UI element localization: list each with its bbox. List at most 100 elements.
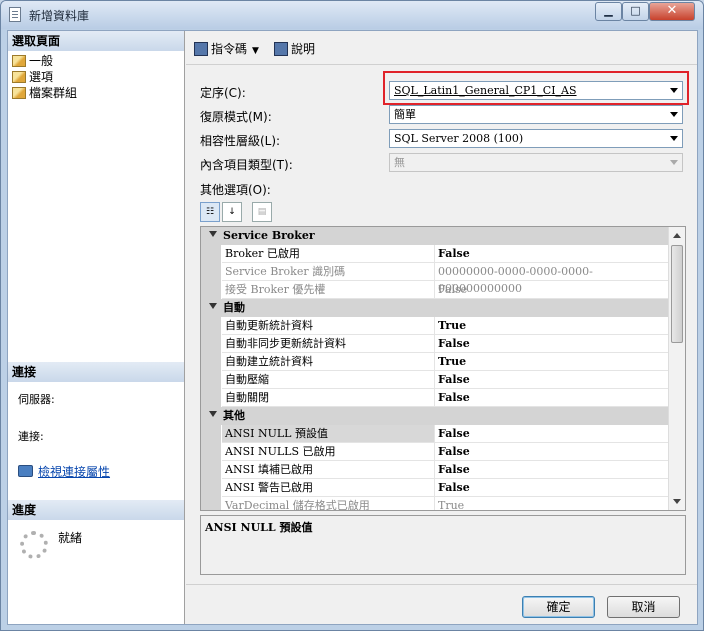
page-icon: [12, 71, 26, 83]
window-title: 新增資料庫: [29, 9, 90, 23]
grid-property-row[interactable]: Service Broker 識別碼 00000000-0000-0000-000…: [201, 263, 668, 295]
ok-button[interactable]: 確定: [522, 596, 595, 618]
grid-gutter: [201, 479, 221, 497]
property-value[interactable]: True: [435, 317, 668, 335]
help-icon: [274, 42, 288, 56]
close-icon: ✕: [666, 3, 678, 18]
scroll-up-icon[interactable]: [673, 233, 681, 238]
script-label: 指令碼: [211, 42, 248, 56]
minimize-icon: ▁: [604, 4, 613, 17]
grid-category-row[interactable]: 其他: [201, 407, 668, 425]
select-page-header: 選取頁面: [8, 31, 184, 51]
property-name: Service Broker 識別碼: [222, 263, 435, 281]
grid-category-name: 自動: [223, 301, 245, 314]
other-options-label: 其他選項(O):: [200, 183, 271, 197]
maximize-icon: □: [630, 4, 641, 17]
server-label: 伺服器:: [18, 393, 55, 406]
collapse-triangle-icon[interactable]: [209, 411, 217, 417]
property-value[interactable]: False: [435, 335, 668, 353]
grid-property-row[interactable]: 自動更新統計資料 True: [201, 317, 668, 335]
grid-property-row[interactable]: ANSI NULLS 已啟用 False: [201, 443, 668, 461]
script-icon: [194, 42, 208, 56]
property-name: 自動關閉: [222, 389, 435, 407]
page-item-filegroups[interactable]: 檔案群組: [12, 85, 77, 101]
toolbar: 指令碼 ▼ 說明: [186, 31, 697, 65]
chevron-down-icon: ▼: [252, 46, 259, 56]
grid-property-row[interactable]: ANSI 警告已啟用 False: [201, 479, 668, 497]
property-name: ANSI 警告已啟用: [222, 479, 435, 497]
grid-gutter: [201, 371, 221, 389]
document-icon: [9, 7, 21, 22]
property-name: VarDecimal 儲存格式已啟用: [222, 497, 435, 510]
script-button[interactable]: 指令碼 ▼: [194, 40, 259, 58]
property-name: 自動更新統計資料: [222, 317, 435, 335]
property-name: ANSI NULL 預設值: [222, 425, 435, 443]
page-item-label: 一般: [29, 54, 54, 68]
property-value[interactable]: False: [435, 281, 668, 299]
collation-label: 定序(C):: [200, 86, 246, 100]
categorized-button[interactable]: ☷: [200, 202, 220, 222]
chevron-down-icon: [670, 160, 678, 165]
maximize-button[interactable]: □: [622, 2, 649, 21]
title-bar: 新增資料庫 ▁ □ ✕: [1, 1, 703, 29]
grid-property-row[interactable]: 自動非同步更新統計資料 False: [201, 335, 668, 353]
grid-property-row[interactable]: Broker 已啟用 False: [201, 245, 668, 263]
highlight-annotation: [383, 71, 689, 105]
property-name: 自動非同步更新統計資料: [222, 335, 435, 353]
chevron-down-icon: [670, 112, 678, 117]
property-value[interactable]: False: [435, 479, 668, 497]
grid-property-row[interactable]: ANSI NULL 預設值 False: [201, 425, 668, 443]
property-value[interactable]: False: [435, 461, 668, 479]
property-value[interactable]: True: [435, 497, 668, 510]
property-value[interactable]: False: [435, 245, 668, 263]
progress-header: 進度: [8, 500, 184, 520]
collapse-triangle-icon[interactable]: [209, 303, 217, 309]
left-pane: 選取頁面 一般 選項 檔案群組 連接 伺服器: 連接: 檢視連接屬性 進度 就緒: [8, 31, 185, 624]
minimize-button[interactable]: ▁: [595, 2, 622, 21]
collapse-triangle-icon[interactable]: [209, 231, 217, 237]
property-value[interactable]: False: [435, 425, 668, 443]
page-item-general[interactable]: 一般: [12, 53, 53, 69]
scroll-thumb[interactable]: [671, 245, 683, 343]
link-label: 檢視連接屬性: [38, 465, 111, 479]
close-button[interactable]: ✕: [649, 2, 695, 21]
grid-gutter: [201, 335, 221, 353]
grid-category-row[interactable]: 自動: [201, 299, 668, 317]
property-pages-button: ▤: [252, 202, 272, 222]
grid-property-row[interactable]: 自動關閉 False: [201, 389, 668, 407]
property-name: 接受 Broker 優先權: [222, 281, 435, 299]
dialog-window: 新增資料庫 ▁ □ ✕ 選取頁面 一般 選項 檔案群組 連接 伺服器: 連接: …: [0, 0, 704, 631]
grid-scrollbar[interactable]: [668, 227, 685, 510]
grid-gutter: [201, 317, 221, 335]
cancel-button[interactable]: 取消: [607, 596, 680, 618]
recovery-model-label: 復原模式(M):: [200, 110, 272, 124]
sort-az-icon: ↓: [228, 207, 236, 217]
grid-property-row[interactable]: ANSI 填補已啟用 False: [201, 461, 668, 479]
recovery-model-value: 簡單: [394, 108, 416, 121]
grid-property-row[interactable]: 自動建立統計資料 True: [201, 353, 668, 371]
grid-property-row[interactable]: VarDecimal 儲存格式已啟用 True: [201, 497, 668, 510]
compatibility-level-select[interactable]: SQL Server 2008 (100): [389, 129, 683, 148]
property-name: 自動壓縮: [222, 371, 435, 389]
grid-property-row[interactable]: 接受 Broker 優先權 False: [201, 281, 668, 299]
property-value[interactable]: False: [435, 443, 668, 461]
page-item-options[interactable]: 選項: [12, 69, 53, 85]
categorized-icon: ☷: [205, 207, 215, 217]
grid-property-row[interactable]: 自動壓縮 False: [201, 371, 668, 389]
grid-category-row[interactable]: Service Broker: [201, 227, 668, 245]
compatibility-level-value: SQL Server 2008 (100): [394, 132, 524, 145]
scroll-down-icon[interactable]: [673, 499, 681, 504]
help-button[interactable]: 說明: [274, 40, 315, 58]
containment-type-select: 無: [389, 153, 683, 172]
property-value[interactable]: True: [435, 353, 668, 371]
page-item-label: 檔案群組: [29, 86, 78, 100]
view-connection-properties-link[interactable]: 檢視連接屬性: [18, 463, 110, 480]
alphabetical-button[interactable]: ↓: [222, 202, 242, 222]
properties-icon: [18, 465, 33, 477]
property-value[interactable]: False: [435, 371, 668, 389]
property-value[interactable]: False: [435, 389, 668, 407]
recovery-model-select[interactable]: 簡單: [389, 105, 683, 124]
property-value[interactable]: 00000000-0000-0000-0000-000000000000: [435, 263, 668, 295]
grid-category-name: 其他: [223, 409, 245, 422]
grid-gutter: [201, 263, 221, 281]
